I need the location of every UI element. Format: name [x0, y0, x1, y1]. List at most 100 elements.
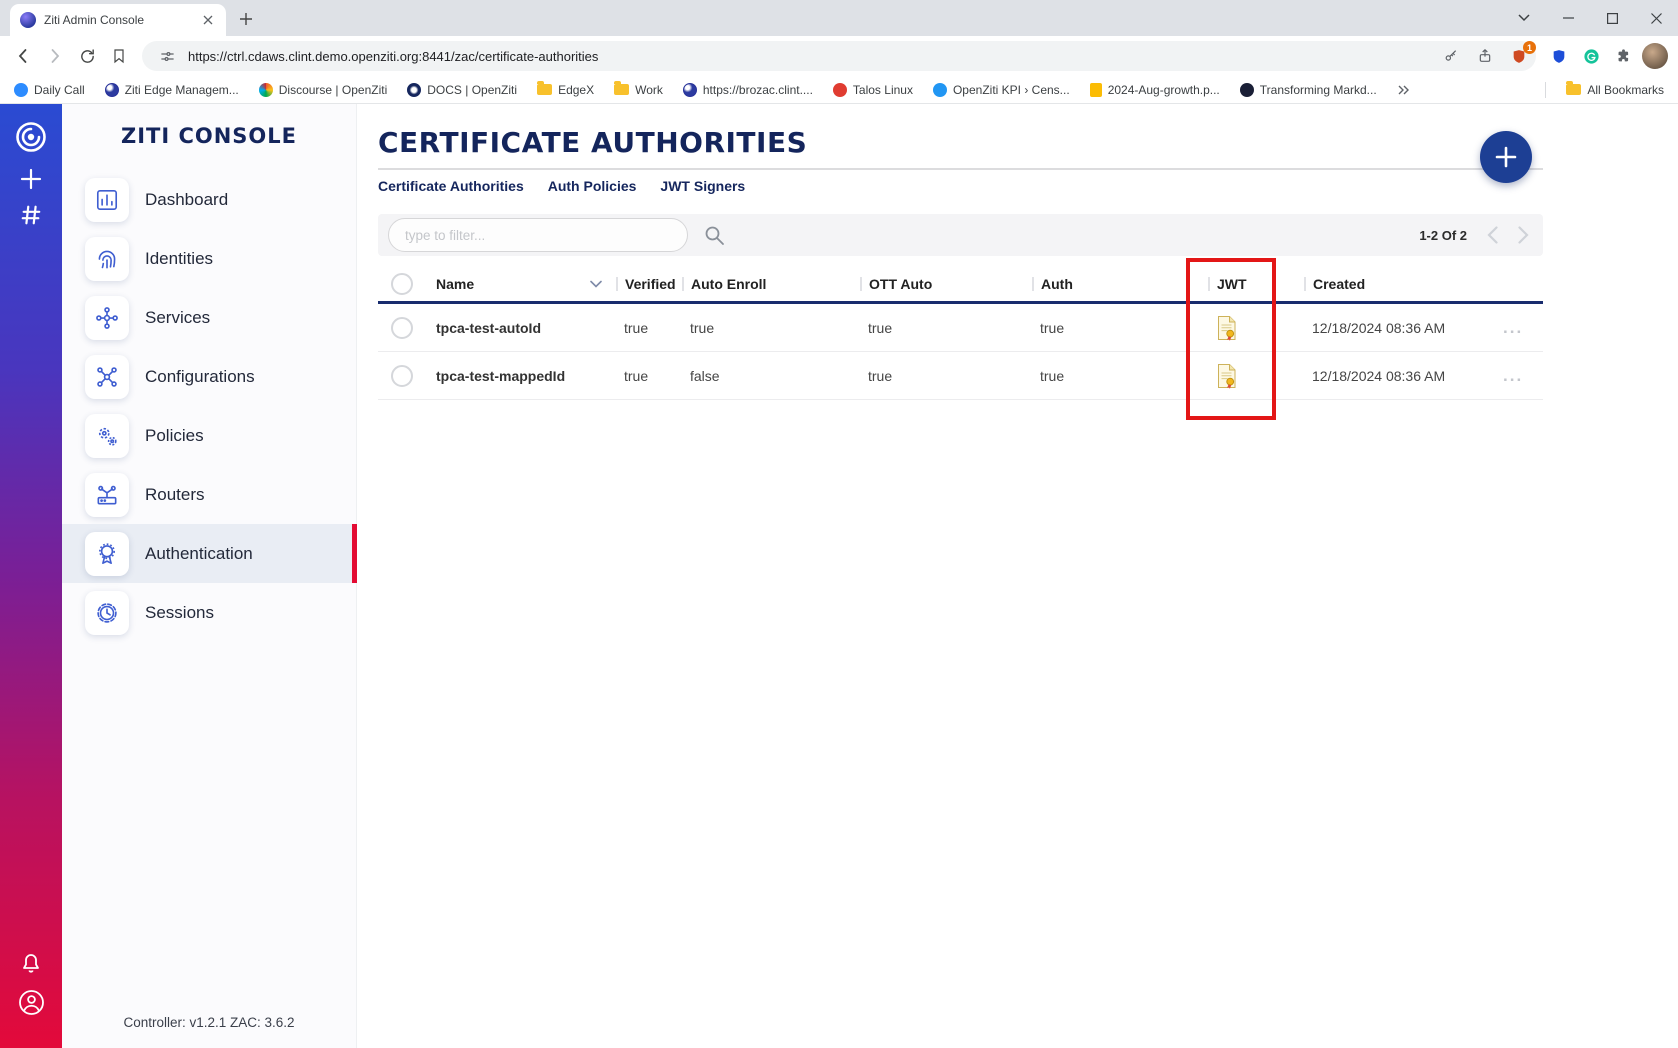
sort-chevron-down-icon[interactable] [590, 280, 602, 288]
bookmark-item[interactable]: Transforming Markd... [1240, 83, 1377, 97]
jwt-certificate-icon[interactable] [1208, 315, 1304, 341]
router-icon [85, 473, 129, 517]
rewards-shield-icon[interactable]: 1 [1506, 43, 1532, 69]
sidebar-item-label: Routers [145, 485, 205, 505]
row-menu-icon[interactable]: ... [1503, 366, 1543, 386]
gears-icon [85, 414, 129, 458]
verified-cell: true [616, 368, 682, 384]
tab-search-chevron-icon[interactable] [1502, 0, 1546, 36]
bookmark-item[interactable]: Discourse | OpenZiti [259, 83, 388, 97]
column-header-created[interactable]: Created [1304, 276, 1503, 292]
sidebar-item-configurations[interactable]: Configurations [62, 347, 356, 406]
add-certificate-authority-button[interactable] [1480, 131, 1532, 183]
save-bookmark-icon[interactable] [104, 41, 134, 71]
select-all-checkbox[interactable] [391, 273, 413, 295]
bookmark-item[interactable]: Daily Call [14, 83, 85, 97]
droplet-favicon-icon [933, 83, 947, 97]
ziti-favicon-icon [105, 83, 119, 97]
column-header-auto-enroll[interactable]: Auto Enroll [682, 276, 860, 292]
file-favicon-icon [1090, 83, 1102, 97]
jwt-certificate-icon[interactable] [1208, 363, 1304, 389]
table-header-row: Name Verified Auto Enroll OTT Auto Auth … [378, 266, 1543, 304]
address-bar[interactable]: https://ctrl.cdaws.clint.demo.openziti.o… [142, 41, 1536, 71]
network-nodes-icon [85, 296, 129, 340]
tab-close-icon[interactable] [200, 12, 216, 28]
refresh-button[interactable] [72, 41, 102, 71]
sidebar-item-dashboard[interactable]: Dashboard [62, 170, 356, 229]
verified-cell: true [616, 320, 682, 336]
minimize-button[interactable] [1546, 0, 1590, 36]
new-tab-button[interactable] [232, 5, 260, 33]
auto-enroll-cell: false [682, 368, 860, 384]
tab-auth-policies[interactable]: Auth Policies [548, 178, 637, 194]
sidebar-item-services[interactable]: Services [62, 288, 356, 347]
ziti-extension-shield-icon[interactable] [1544, 41, 1574, 71]
title-divider [378, 168, 1543, 170]
clock-icon [85, 591, 129, 635]
sidebar-item-label: Services [145, 308, 210, 328]
close-button[interactable] [1634, 0, 1678, 36]
row-checkbox[interactable] [391, 317, 413, 339]
ziti-logo-icon [14, 120, 48, 154]
bookmarks-overflow-chevron-icon[interactable] [1397, 85, 1409, 95]
password-key-icon[interactable] [1438, 43, 1464, 69]
bookmark-item[interactable]: DOCS | OpenZiti [407, 83, 517, 97]
rail-add-button[interactable] [20, 168, 42, 190]
extensions-puzzle-icon[interactable] [1608, 41, 1638, 71]
bookmark-item[interactable]: EdgeX [537, 83, 594, 97]
profile-avatar[interactable] [1640, 41, 1670, 71]
browser-toolbar: https://ctrl.cdaws.clint.demo.openziti.o… [0, 36, 1678, 76]
discourse-favicon-icon [259, 83, 273, 97]
sidebar-item-authentication[interactable]: Authentication [62, 524, 356, 583]
all-bookmarks-button[interactable]: All Bookmarks [1566, 83, 1664, 97]
table-row[interactable]: tpca-test-mappedId true false true true [378, 352, 1543, 400]
forward-button[interactable] [40, 41, 70, 71]
tab-title: Ziti Admin Console [44, 13, 192, 27]
folder-icon [614, 84, 629, 95]
chevron-right-icon[interactable] [1518, 226, 1529, 244]
bookmark-item[interactable]: Ziti Edge Managem... [105, 83, 239, 97]
column-header-verified[interactable]: Verified [616, 276, 682, 292]
tab-jwt-signers[interactable]: JWT Signers [660, 178, 745, 194]
bookmark-item[interactable]: Work [614, 83, 663, 97]
sidebar-item-identities[interactable]: Identities [62, 229, 356, 288]
column-header-name[interactable]: Name [430, 276, 616, 292]
left-rail [0, 104, 62, 1048]
table-row[interactable]: tpca-test-autoId true true true true [378, 304, 1543, 352]
certificate-authorities-table: Name Verified Auto Enroll OTT Auto Auth … [378, 266, 1543, 400]
maximize-button[interactable] [1590, 0, 1634, 36]
auth-cell: true [1032, 320, 1208, 336]
notifications-bell-icon[interactable] [19, 951, 43, 975]
browser-tab[interactable]: Ziti Admin Console [10, 4, 226, 36]
bookmark-item[interactable]: https://brozac.clint.... [683, 83, 813, 97]
auto-enroll-cell: true [682, 320, 860, 336]
tab-certificate-authorities[interactable]: Certificate Authorities [378, 178, 524, 194]
filter-input[interactable] [388, 218, 688, 252]
sidebar: ZITI CONSOLE Dashboard Identities Servic… [62, 104, 357, 1048]
folder-icon [537, 84, 552, 95]
sidebar-item-routers[interactable]: Routers [62, 465, 356, 524]
chevron-left-icon[interactable] [1487, 226, 1498, 244]
share-icon[interactable] [1472, 43, 1498, 69]
version-footer: Controller: v1.2.1 ZAC: 3.6.2 [62, 1015, 356, 1030]
folder-icon [1566, 84, 1581, 95]
row-checkbox[interactable] [391, 365, 413, 387]
bookmark-item[interactable]: 2024-Aug-growth.p... [1090, 83, 1220, 97]
sidebar-item-label: Authentication [145, 544, 253, 564]
bookmark-item[interactable]: Talos Linux [833, 83, 913, 97]
profile-person-icon[interactable] [18, 989, 45, 1016]
bookmarks-separator [1545, 82, 1546, 98]
grammarly-extension-icon[interactable] [1576, 41, 1606, 71]
sidebar-item-sessions[interactable]: Sessions [62, 583, 356, 642]
search-icon[interactable] [702, 223, 726, 247]
site-settings-tune-icon[interactable] [154, 43, 180, 69]
rail-hash-button[interactable] [20, 204, 42, 226]
column-header-auth[interactable]: Auth [1032, 276, 1208, 292]
back-button[interactable] [8, 41, 38, 71]
bookmark-item[interactable]: OpenZiti KPI › Cens... [933, 83, 1070, 97]
column-header-jwt[interactable]: JWT [1208, 276, 1304, 292]
url-text[interactable]: https://ctrl.cdaws.clint.demo.openziti.o… [188, 49, 1430, 64]
sidebar-item-policies[interactable]: Policies [62, 406, 356, 465]
row-menu-icon[interactable]: ... [1503, 318, 1543, 338]
column-header-ott-auto[interactable]: OTT Auto [860, 276, 1032, 292]
